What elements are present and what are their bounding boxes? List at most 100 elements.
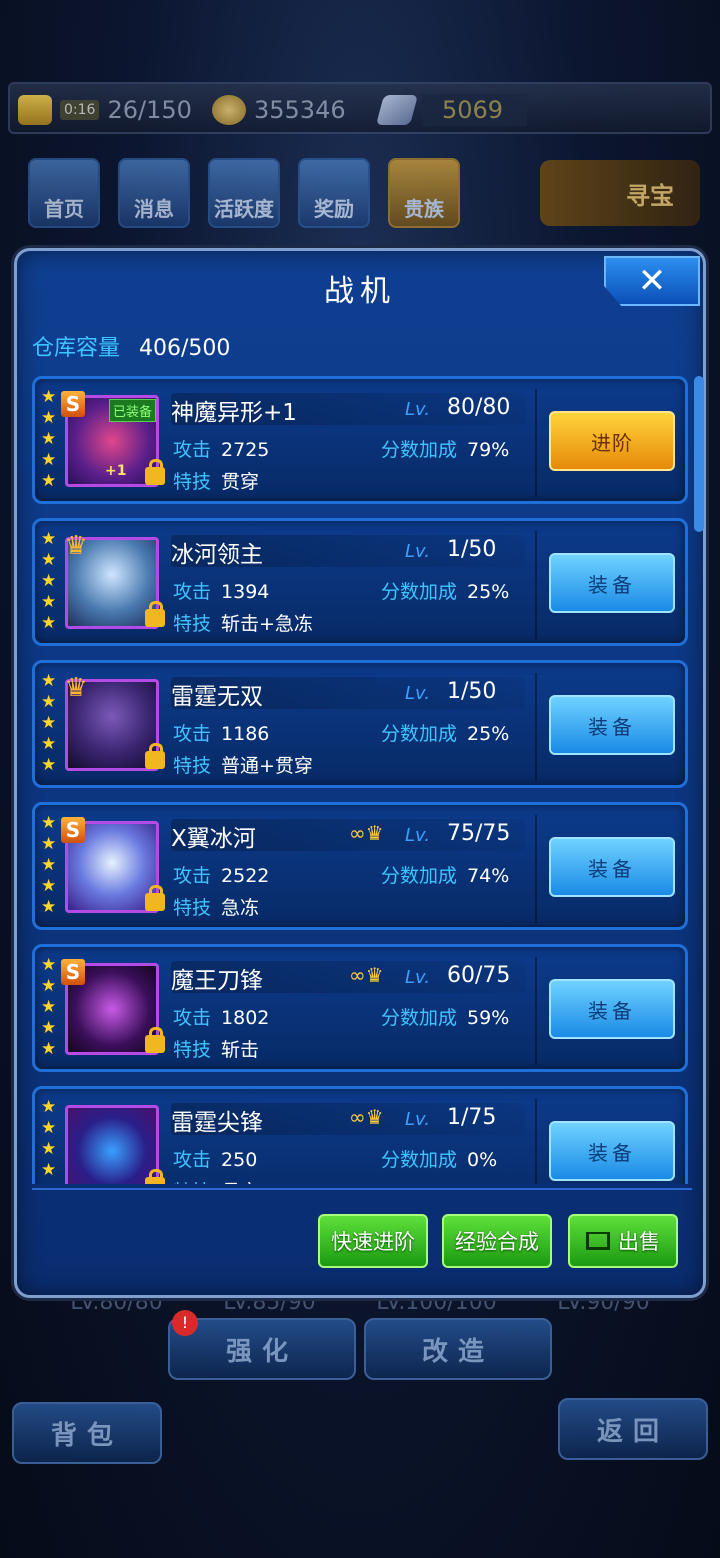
star-rating: ★★★★★	[41, 529, 57, 633]
attack-value: 1802	[221, 1007, 270, 1029]
nav-activity-button[interactable]: 活跃度	[208, 158, 280, 228]
capacity-label: 仓库容量	[32, 336, 121, 361]
modify-button[interactable]: 改造	[364, 1318, 552, 1380]
skill-stat: 特技 斩击	[173, 1035, 259, 1062]
fighter-card[interactable]: ★ ★ ★ ★ ★ S X翼冰河 ∞♛ Lv. 75/75 攻击 2522 分数加成 74%…	[32, 802, 688, 930]
fighter-name: 雷霆尖锋	[171, 1110, 263, 1136]
skill-value: 贯穿	[221, 1181, 259, 1184]
fighter-level: 1/50	[447, 679, 497, 704]
skill-label: 特技	[173, 1039, 212, 1061]
fighter-card[interactable]: ★ ★ ★ ★ ★ ♛ 冰河领主 Lv. 1/50 攻击 1394 分数加成 25% 特技斩…	[32, 518, 688, 646]
level-label: Lv.	[405, 967, 430, 988]
list-scrollbar[interactable]	[694, 376, 704, 532]
attack-stat: 攻击 1802	[173, 1003, 269, 1030]
return-button[interactable]: 返回	[558, 1398, 708, 1460]
equipped-tag: 已装备	[109, 399, 157, 422]
bonus-label: 分数加成	[381, 581, 458, 603]
attack-value: 2725	[221, 439, 270, 461]
advance-button[interactable]: 进阶	[549, 411, 675, 471]
warehouse-capacity: 仓库容量 406/500	[32, 330, 230, 362]
score-bonus-stat: 分数加成 0%	[381, 1145, 497, 1172]
lock-icon[interactable]	[145, 885, 165, 911]
star-rating: ★★★★★	[41, 813, 57, 917]
skill-value: 贯穿	[221, 471, 260, 493]
equip-button[interactable]: 装备	[549, 1121, 675, 1181]
fighter-card[interactable]: ★ ★ ★ ★ ★ ♛ 雷霆无双 Lv. 1/50 攻击 1186 分数加成 25% 特技普…	[32, 660, 688, 788]
bag-button[interactable]: 背包	[12, 1402, 162, 1464]
lock-icon[interactable]	[145, 601, 165, 627]
score-bonus-stat: 分数加成 25%	[381, 719, 509, 746]
level-label: Lv.	[405, 541, 430, 562]
linkage-icon: ∞♛	[349, 821, 384, 845]
star-rating: ★★★★★	[41, 387, 57, 491]
energy-icon	[18, 95, 52, 125]
rank-s-badge: S	[61, 391, 85, 417]
attack-stat: 攻击 1186	[173, 719, 269, 746]
nav-noble-button[interactable]: 贵族	[388, 158, 460, 228]
attack-stat: 攻击 2522	[173, 861, 269, 888]
gold-display: 355346	[212, 92, 346, 128]
divider	[535, 1099, 537, 1184]
divider	[535, 389, 537, 497]
linkage-icon: ∞♛	[349, 1105, 384, 1129]
equip-button[interactable]: 装备	[549, 837, 675, 897]
nav-home-button[interactable]: 首页	[28, 158, 100, 228]
exp-merge-button[interactable]: 经验合成	[442, 1214, 552, 1268]
footer-divider	[32, 1188, 692, 1190]
fighter-card[interactable]: ★ ★ ★ ★ ★ S 已装备 +1 神魔异形+1 Lv. 80/80 攻击 2725 分…	[32, 376, 688, 504]
sell-label: 出售	[618, 1230, 660, 1254]
gold-coin-icon	[212, 95, 246, 125]
fighter-portrait[interactable]	[65, 1105, 159, 1184]
attack-label: 攻击	[173, 439, 212, 461]
bonus-label: 分数加成	[381, 439, 458, 461]
gem-icon	[375, 95, 419, 125]
fighter-level: 1/75	[447, 1105, 497, 1130]
star-rating: ★★★★★	[41, 955, 57, 1059]
score-bonus-stat: 分数加成 74%	[381, 861, 509, 888]
equip-button[interactable]: 装备	[549, 553, 675, 613]
equip-button[interactable]: 装备	[549, 695, 675, 755]
skill-stat: 特技 急冻	[173, 893, 259, 920]
sell-button[interactable]: 出售	[568, 1214, 678, 1268]
cart-icon	[586, 1232, 610, 1250]
attack-value: 250	[221, 1149, 258, 1171]
fighter-name: 神魔异形+1	[171, 400, 297, 426]
skill-stat: 特技 斩击+急冻	[173, 609, 313, 636]
rank-crest-icon: ♛	[64, 673, 88, 703]
lock-icon[interactable]	[145, 1169, 165, 1184]
score-bonus-stat: 分数加成 25%	[381, 577, 509, 604]
fighter-card[interactable]: ★★★★★ 雷霆尖锋 ∞♛ Lv. 1/75 攻击 250 分数加成 0% 特技 贯穿…	[32, 1086, 688, 1184]
lock-icon[interactable]	[145, 743, 165, 769]
bonus-value: 79%	[467, 439, 510, 461]
treasure-button[interactable]: 寻宝	[540, 160, 700, 226]
gold-value: 355346	[254, 96, 346, 124]
fighter-name: X翼冰河	[171, 826, 256, 852]
attack-label: 攻击	[173, 1149, 212, 1171]
gem-value: 5069	[422, 94, 528, 126]
plus-tag: +1	[105, 463, 127, 479]
rank-crest-icon: ♛	[64, 531, 88, 561]
quick-advance-button[interactable]: 快速进阶	[318, 1214, 428, 1268]
score-bonus-stat: 分数加成 59%	[381, 1003, 509, 1030]
fighter-card[interactable]: ★ ★ ★ ★ ★ S 魔王刀锋 ∞♛ Lv. 60/75 攻击 1802 分数加成 59%…	[32, 944, 688, 1072]
bonus-value: 0%	[467, 1149, 498, 1171]
level-label: Lv.	[405, 683, 430, 704]
lock-icon[interactable]	[145, 459, 165, 485]
nav-rewards-button[interactable]: 奖励	[298, 158, 370, 228]
panel-title: 战机	[324, 274, 396, 309]
capacity-value: 406/500	[139, 336, 231, 361]
fighter-level: 60/75	[447, 963, 511, 988]
divider	[535, 673, 537, 781]
fighter-list[interactable]: ★ ★ ★ ★ ★ S 已装备 +1 神魔异形+1 Lv. 80/80 攻击 2725 分…	[30, 372, 706, 1184]
energy-display: 0:16 26/150	[18, 92, 192, 128]
skill-value: 普通+贯穿	[221, 755, 313, 777]
equip-button[interactable]: 装备	[549, 979, 675, 1039]
fighter-name: 冰河领主	[171, 542, 263, 568]
lock-icon[interactable]	[145, 1027, 165, 1053]
bonus-label: 分数加成	[381, 1149, 458, 1171]
attack-stat: 攻击 250	[173, 1145, 257, 1172]
close-icon: ✕	[637, 261, 667, 301]
nav-messages-button[interactable]: 消息	[118, 158, 190, 228]
close-button[interactable]: ✕	[604, 256, 700, 306]
linkage-icon: ∞♛	[349, 963, 384, 987]
